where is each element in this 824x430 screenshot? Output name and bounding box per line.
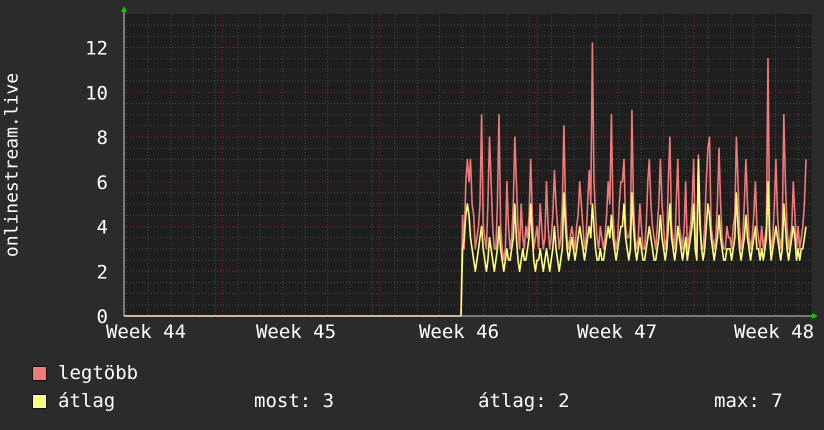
chart: 024681012 Week 44 Week 45 Week 46 Week 47 We… — [85, 6, 818, 343]
y-axis-arrow — [121, 6, 127, 12]
y-axis-label: onlinestream.live — [1, 72, 23, 258]
stat-max: max: 7 — [714, 390, 783, 412]
x-tick-label: Week 47 — [577, 321, 657, 343]
y-tick-label: 8 — [97, 127, 108, 149]
x-tick-label: Week 46 — [419, 321, 499, 343]
y-tick-label: 4 — [97, 217, 108, 239]
legend-label-legtobb: legtöbb — [58, 362, 139, 384]
x-tick-label: Week 44 — [106, 321, 186, 343]
legend-label-atlag: átlag — [58, 390, 116, 412]
y-tick-label: 6 — [97, 172, 108, 194]
x-tick-label: Week 48 — [734, 321, 814, 343]
stat-current: most: 3 — [254, 390, 335, 412]
legend-swatch-legtobb — [32, 366, 47, 381]
y-tick-label: 12 — [85, 38, 108, 60]
y-tick-labels: 024681012 — [85, 38, 108, 328]
legend-swatch-atlag — [32, 394, 47, 409]
x-axis-arrow — [812, 313, 818, 319]
y-tick-label: 2 — [97, 261, 108, 283]
x-tick-labels: Week 44 Week 45 Week 46 Week 47 Week 48 — [106, 321, 814, 343]
stat-average: átlag: 2 — [478, 390, 570, 412]
y-tick-label: 10 — [85, 82, 108, 104]
x-tick-label: Week 45 — [256, 321, 336, 343]
